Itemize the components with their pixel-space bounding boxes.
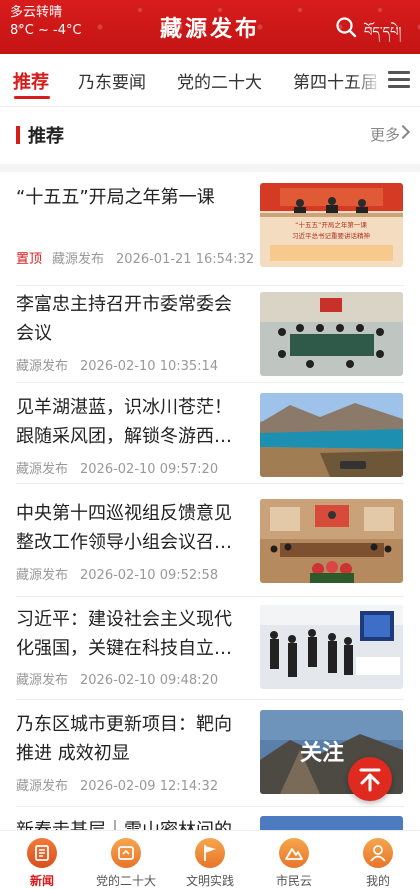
section-title: 推荐 [28, 126, 64, 147]
news-time: 2026-02-09 12:14:32 [80, 779, 219, 794]
news-meta: 藏源发布 2026-02-09 12:14:32 [16, 775, 218, 794]
news-thumbnail[interactable] [260, 292, 403, 376]
news-title[interactable]: “十五五”开局之年第一课 [16, 183, 248, 241]
section-divider [0, 164, 420, 172]
news-item[interactable]: 新春走基层｜雪山密林间的 [0, 812, 420, 830]
news-title[interactable]: 乃东区城市更新项目：靶向推进 成效初显 [16, 710, 248, 768]
news-source: 藏源发布 [16, 673, 69, 688]
nav-citizen-cloud[interactable]: 市民云 [252, 831, 336, 889]
news-meta: 藏源发布 2026-02-10 09:57:20 [16, 458, 218, 477]
tibetan-label[interactable]: བོད་དཔེ། [364, 17, 401, 54]
tab-naidong-news[interactable]: 乃东要闻 [78, 68, 146, 93]
pinned-badge: 置顶 [16, 252, 43, 267]
app-title: 藏源发布 [159, 16, 260, 42]
item-separator [16, 382, 404, 383]
news-item[interactable]: 见羊湖湛蓝，识冰川苍茫！跟随采风团，解锁冬游西… 藏源发布 2026-02-10 … [0, 393, 420, 501]
active-tab-indicator [14, 96, 50, 99]
tab-20th-congress[interactable]: 党的二十大 [177, 68, 262, 93]
item-separator [16, 483, 404, 484]
news-thumbnail[interactable] [260, 816, 403, 830]
news-time: 2026-02-10 09:48:20 [80, 673, 219, 688]
mountain-icon [279, 838, 309, 868]
item-separator [16, 596, 404, 597]
news-source: 藏源发布 [16, 779, 69, 794]
news-item[interactable]: 李富忠主持召开市委常委会会议 藏源发布 2026-02-10 10:35:14 [0, 290, 420, 398]
news-title[interactable]: 中央第十四巡视组反馈意见整改工作领导小组会议召… [16, 499, 248, 557]
section-bar [16, 126, 20, 144]
arrow-up-icon [359, 768, 381, 792]
back-to-top-button[interactable] [348, 757, 392, 801]
news-icon [27, 838, 57, 868]
tab-recommend[interactable]: 推荐 [13, 68, 49, 94]
nav-label: 市民云 [275, 874, 312, 888]
news-meta: 藏源发布 2026-02-10 09:52:58 [16, 564, 218, 583]
news-source: 藏源发布 [16, 462, 69, 477]
nav-news[interactable]: 新闻 [0, 831, 84, 889]
news-thumbnail[interactable] [260, 605, 403, 689]
news-thumbnail[interactable] [260, 393, 403, 477]
news-title[interactable]: 李富忠主持召开市委常委会会议 [16, 290, 248, 348]
nav-party-congress[interactable]: 党的二十大 [84, 831, 168, 889]
nav-mine[interactable]: 我的 [336, 831, 420, 889]
menu-icon[interactable] [378, 54, 420, 106]
nav-label: 我的 [365, 874, 390, 888]
news-time: 2026-01-21 16:54:32 [116, 252, 255, 267]
news-title[interactable]: 新春走基层｜雪山密林间的 [16, 816, 248, 830]
item-separator [16, 699, 404, 700]
nav-label: 党的二十大 [95, 874, 156, 888]
party-icon [111, 838, 141, 868]
more-link[interactable]: 更多 [370, 124, 400, 145]
app-header: 多云转晴 8°C ~ -4°C 藏源发布 བོད་དཔེ། [0, 0, 420, 54]
news-time: 2026-02-10 09:52:58 [80, 568, 219, 583]
news-item[interactable]: 中央第十四巡视组反馈意见整改工作领导小组会议召… 藏源发布 2026-02-10 … [0, 499, 420, 607]
news-title[interactable]: 习近平：建设社会主义现代化强国，关键在科技自立… [16, 605, 248, 663]
search-icon[interactable] [335, 16, 357, 38]
news-thumbnail[interactable]: “十五五”开局之年第一课 习近平总书记重要讲话精神 [260, 183, 403, 267]
item-separator [16, 285, 404, 286]
news-title[interactable]: 见羊湖湛蓝，识冰川苍茫！跟随采风团，解锁冬游西… [16, 393, 248, 451]
news-meta: 藏源发布 2026-02-10 09:48:20 [16, 669, 218, 688]
news-thumbnail[interactable] [260, 499, 403, 583]
flag-icon [195, 838, 225, 868]
news-time: 2026-02-10 09:57:20 [80, 462, 219, 477]
thumb-banner-line2: 习近平总书记重要讲话精神 [292, 231, 370, 240]
bottom-nav: 新闻 党的二十大 文明实践 市民云 我的 [0, 830, 420, 889]
news-meta: 置顶 藏源发布 2026-01-21 16:54:32 [16, 248, 254, 267]
thumb-banner-line1: “十五五”开局之年第一课 [295, 220, 367, 229]
nav-civilization-practice[interactable]: 文明实践 [168, 831, 252, 889]
nav-label: 新闻 [29, 874, 54, 888]
news-meta: 藏源发布 2026-02-10 10:35:14 [16, 355, 218, 374]
nav-label: 文明实践 [185, 874, 234, 888]
item-separator [16, 806, 404, 807]
user-icon [363, 838, 393, 868]
news-time: 2026-02-10 10:35:14 [80, 359, 219, 374]
news-source: 藏源发布 [16, 359, 69, 374]
channel-tabs: 推荐 乃东要闻 党的二十大 第四十五届 [0, 54, 420, 107]
news-source: 藏源发布 [52, 252, 105, 267]
news-item[interactable]: 习近平：建设社会主义现代化强国，关键在科技自立… 藏源发布 2026-02-10 … [0, 605, 420, 713]
news-source: 藏源发布 [16, 568, 69, 583]
section-header: 推荐 更多 [0, 106, 420, 164]
thumb-guanzhu-text: 关注 [300, 740, 344, 766]
news-item[interactable]: “十五五”开局之年第一课 置顶 藏源发布 2026-01-21 16:54:32 “… [0, 183, 420, 291]
